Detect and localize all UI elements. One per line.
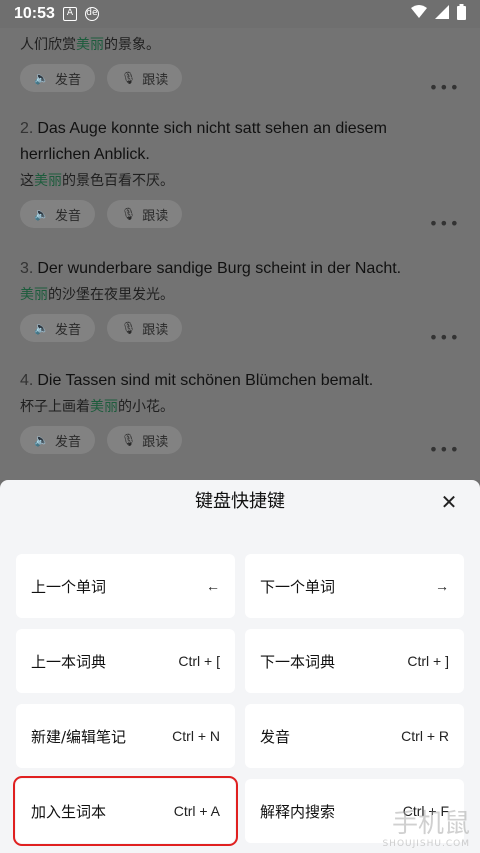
speaker-icon: 🔈	[34, 433, 49, 447]
keyboard-shortcuts-sheet: 键盘快捷键 ✕ 上一个单词 ← 下一个单词 → 上一本词典 Ctrl + [ 下…	[0, 480, 480, 853]
shortcut-label: 下一个单词	[260, 577, 336, 596]
shortcut-key: Ctrl + [	[178, 653, 220, 669]
example-item: 3. Der wunderbare sandige Burg scheint in…	[20, 256, 460, 342]
example-sentence-list: 人们欣赏美丽的景象。 🔈 发音 🎙 跟读 ••• 2. Das Auge konnte…	[0, 28, 480, 480]
example-translation: 杯子上画着美丽的小花。	[20, 399, 174, 415]
pronounce-button[interactable]: 🔈 发音	[20, 426, 95, 454]
highlight-word: 美丽	[90, 399, 118, 415]
shortcut-key: Ctrl + N	[172, 728, 220, 744]
status-time: 10:53	[14, 5, 55, 22]
speaker-icon: 🔈	[34, 321, 49, 335]
example-translation: 美丽的沙堡在夜里发光。	[20, 287, 174, 303]
close-icon[interactable]: ✕	[436, 490, 462, 516]
microphone-icon: 🎙	[120, 321, 137, 335]
battery-icon	[457, 4, 466, 24]
highlight-word: 美丽	[76, 37, 104, 53]
wifi-icon	[411, 5, 427, 23]
example-item: 2. Das Auge konnte sich nicht satt sehen …	[20, 116, 460, 228]
signal-icon	[435, 5, 449, 23]
notification-de-icon: de	[84, 7, 99, 21]
more-options-icon[interactable]: •••	[429, 78, 460, 97]
microphone-icon: 🎙	[120, 433, 137, 447]
speaker-icon: 🔈	[34, 207, 49, 221]
pronounce-button[interactable]: 🔈 发音	[20, 200, 95, 228]
pronounce-button[interactable]: 🔈 发音	[20, 64, 95, 92]
microphone-icon: 🎙	[120, 71, 137, 85]
shortcut-next-word[interactable]: 下一个单词 →	[245, 554, 464, 618]
shortcut-next-dictionary[interactable]: 下一本词典 Ctrl + ]	[245, 629, 464, 693]
shortcut-key: →	[435, 578, 449, 594]
shortcut-key: Ctrl + A	[173, 803, 220, 819]
shortcut-label: 新建/编辑笔记	[31, 727, 127, 746]
example-item: 人们欣赏美丽的景象。 🔈 发音 🎙 跟读	[20, 32, 460, 92]
example-translation: 这美丽的景色百看不厌。	[20, 173, 174, 189]
shortcut-label: 上一本词典	[31, 652, 107, 671]
example-sentence: 4. Die Tassen sind mit schönen Blümchen b…	[20, 372, 374, 389]
shortcut-key: Ctrl + ]	[407, 653, 449, 669]
shortcut-label: 上一个单词	[31, 577, 107, 596]
shortcut-label: 发音	[260, 727, 291, 746]
status-bar: 10:53 A de	[0, 0, 480, 28]
highlight-word: 美丽	[20, 287, 48, 303]
shortcut-label: 解释内搜索	[260, 802, 336, 821]
speaker-icon: 🔈	[34, 71, 49, 85]
more-options-icon[interactable]: •••	[429, 328, 460, 347]
microphone-icon: 🎙	[120, 207, 137, 221]
shortcut-add-to-wordbook[interactable]: 加入生词本 Ctrl + A	[13, 776, 238, 846]
sheet-title: 键盘快捷键	[195, 491, 285, 512]
notification-a-icon: A	[62, 7, 77, 21]
shortcut-edit-note[interactable]: 新建/编辑笔记 Ctrl + N	[16, 704, 235, 768]
shortcut-label: 加入生词本	[31, 802, 107, 821]
more-options-icon[interactable]: •••	[429, 440, 460, 459]
follow-read-button[interactable]: 🎙 跟读	[106, 64, 183, 92]
follow-read-button[interactable]: 🎙 跟读	[106, 200, 183, 228]
shortcut-key: Ctrl + R	[401, 728, 449, 744]
shortcut-label: 下一本词典	[260, 652, 336, 671]
example-sentence: 3. Der wunderbare sandige Burg scheint in…	[20, 260, 402, 277]
shortcut-key: ←	[206, 578, 220, 594]
follow-read-button[interactable]: 🎙 跟读	[106, 314, 183, 342]
example-sentence: 2. Das Auge konnte sich nicht satt sehen …	[20, 120, 387, 163]
follow-read-button[interactable]: 🎙 跟读	[106, 426, 183, 454]
example-item: 4. Die Tassen sind mit schönen Blümchen b…	[20, 368, 460, 454]
more-options-icon[interactable]: •••	[429, 214, 460, 233]
shortcut-previous-word[interactable]: 上一个单词 ←	[16, 554, 235, 618]
shortcut-pronounce[interactable]: 发音 Ctrl + R	[245, 704, 464, 768]
highlight-word: 美丽	[34, 173, 62, 189]
shortcut-previous-dictionary[interactable]: 上一本词典 Ctrl + [	[16, 629, 235, 693]
watermark-logo: 手机鼠 SHOUJISHU.COM	[382, 809, 470, 849]
example-translation: 人们欣赏美丽的景象。	[20, 37, 160, 53]
pronounce-button[interactable]: 🔈 发音	[20, 314, 95, 342]
